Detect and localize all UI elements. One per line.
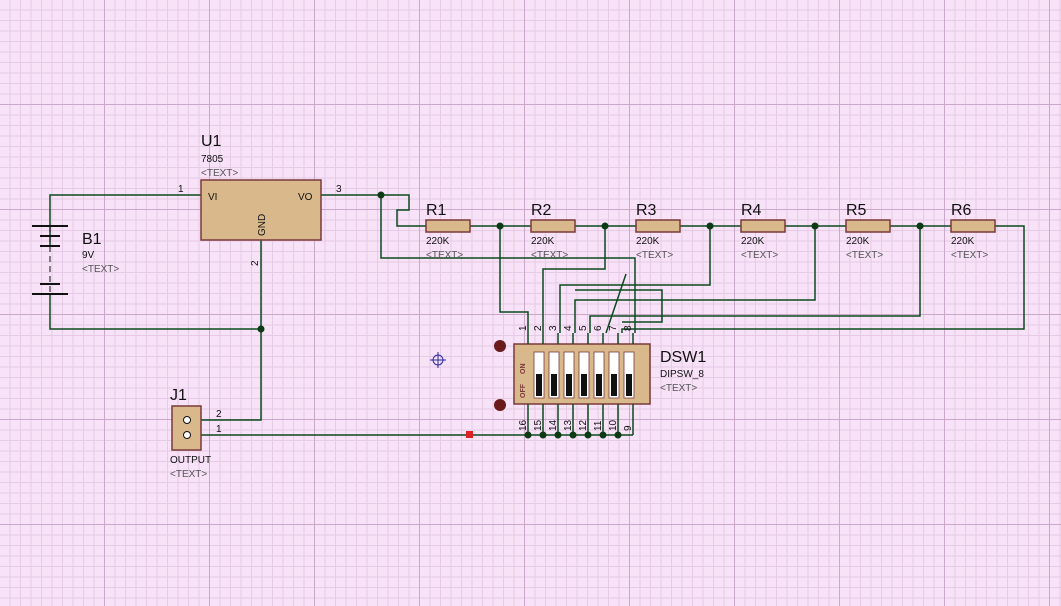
- dsw1-off-label: OFF: [520, 383, 527, 398]
- r6-text: <TEXT>: [951, 250, 988, 261]
- u1-ref: U1: [201, 133, 222, 150]
- u1-pin-gnd: GND: [257, 214, 268, 236]
- svg-text:9: 9: [623, 425, 634, 431]
- mounting-hole-icon: [494, 399, 506, 411]
- connector-j1[interactable]: 2 1 J1 OUTPUT <TEXT>: [170, 387, 222, 480]
- resistor-r5[interactable]: R5 220K <TEXT>: [845, 202, 891, 261]
- svg-text:7: 7: [608, 325, 619, 331]
- svg-text:5: 5: [578, 325, 589, 331]
- dsw1-value: DIPSW_8: [660, 369, 704, 380]
- dip-switch-dsw1[interactable]: ON OFF 1 2 3 4 5 6 7 8 16 15 14 13 12 11…: [513, 325, 706, 431]
- resistor-r4[interactable]: R4 220K <TEXT>: [740, 202, 786, 261]
- j1-text: <TEXT>: [170, 469, 207, 480]
- u1-pin-vi: VI: [208, 192, 217, 203]
- r3-ref: R3: [636, 202, 657, 219]
- resistor-r6[interactable]: R6 220K <TEXT>: [950, 202, 996, 261]
- u1-pin-vo: VO: [298, 192, 313, 203]
- svg-text:8: 8: [623, 325, 634, 331]
- r5-text: <TEXT>: [846, 250, 883, 261]
- r4-text: <TEXT>: [741, 250, 778, 261]
- svg-text:1: 1: [518, 325, 529, 331]
- u1-value: 7805: [201, 154, 224, 165]
- svg-text:11: 11: [593, 420, 604, 431]
- r3-value: 220K: [636, 236, 660, 247]
- r5-ref: R5: [846, 202, 867, 219]
- r5-value: 220K: [846, 236, 870, 247]
- svg-text:14: 14: [548, 419, 559, 431]
- r1-value: 220K: [426, 236, 450, 247]
- u1-pin3-number: 3: [336, 184, 342, 195]
- svg-text:4: 4: [563, 325, 574, 331]
- j1-pin1-number: 1: [216, 424, 222, 435]
- regulator-u1[interactable]: VI VO GND 1 3 2 U1 7805 <TEXT>: [178, 133, 342, 266]
- dsw1-bottom-pin-numbers: 16 15 14 13 12 11 10 9: [518, 419, 634, 431]
- dsw1-on-label: ON: [520, 364, 527, 375]
- r2-text: <TEXT>: [531, 250, 568, 261]
- svg-text:15: 15: [533, 419, 544, 431]
- b1-text: <TEXT>: [82, 264, 119, 275]
- dsw1-text: <TEXT>: [660, 383, 697, 394]
- resistor-r2[interactable]: R2 220K <TEXT>: [530, 202, 576, 261]
- probe-marker[interactable]: [466, 431, 473, 438]
- u1-text: <TEXT>: [201, 168, 238, 179]
- b1-value: 9V: [82, 250, 95, 261]
- r2-value: 220K: [531, 236, 555, 247]
- j1-pin2-number: 2: [216, 409, 222, 420]
- svg-text:13: 13: [563, 419, 574, 431]
- resistor-r1[interactable]: R1 220K <TEXT>: [425, 202, 471, 261]
- schematic-canvas[interactable]: B1 9V <TEXT> VI VO GND 1 3 2 U1 7805 <TE…: [0, 0, 1061, 606]
- r2-ref: R2: [531, 202, 552, 219]
- resistor-r3[interactable]: R3 220K <TEXT>: [635, 202, 681, 261]
- r4-value: 220K: [741, 236, 765, 247]
- r6-value: 220K: [951, 236, 975, 247]
- r1-ref: R1: [426, 202, 447, 219]
- b1-ref: B1: [82, 231, 102, 248]
- mounting-hole-icon: [494, 340, 506, 352]
- dsw1-ref: DSW1: [660, 349, 706, 366]
- origin-crosshair-icon: [430, 352, 446, 368]
- svg-text:6: 6: [593, 325, 604, 331]
- r3-text: <TEXT>: [636, 250, 673, 261]
- svg-text:12: 12: [578, 419, 589, 431]
- r6-ref: R6: [951, 202, 972, 219]
- r1-text: <TEXT>: [426, 250, 463, 261]
- u1-pin2-number: 2: [250, 260, 261, 266]
- battery-b1[interactable]: B1 9V <TEXT>: [32, 225, 119, 295]
- j1-ref: J1: [170, 387, 187, 404]
- svg-text:2: 2: [533, 325, 544, 331]
- j1-value: OUTPUT: [170, 455, 211, 466]
- dsw1-top-pin-numbers: 1 2 3 4 5 6 7 8: [518, 325, 634, 331]
- svg-text:10: 10: [608, 419, 619, 431]
- u1-pin1-number: 1: [178, 184, 184, 195]
- dip-switch-toggles: [533, 351, 635, 399]
- svg-text:16: 16: [518, 419, 529, 431]
- svg-text:3: 3: [548, 325, 559, 331]
- r4-ref: R4: [741, 202, 762, 219]
